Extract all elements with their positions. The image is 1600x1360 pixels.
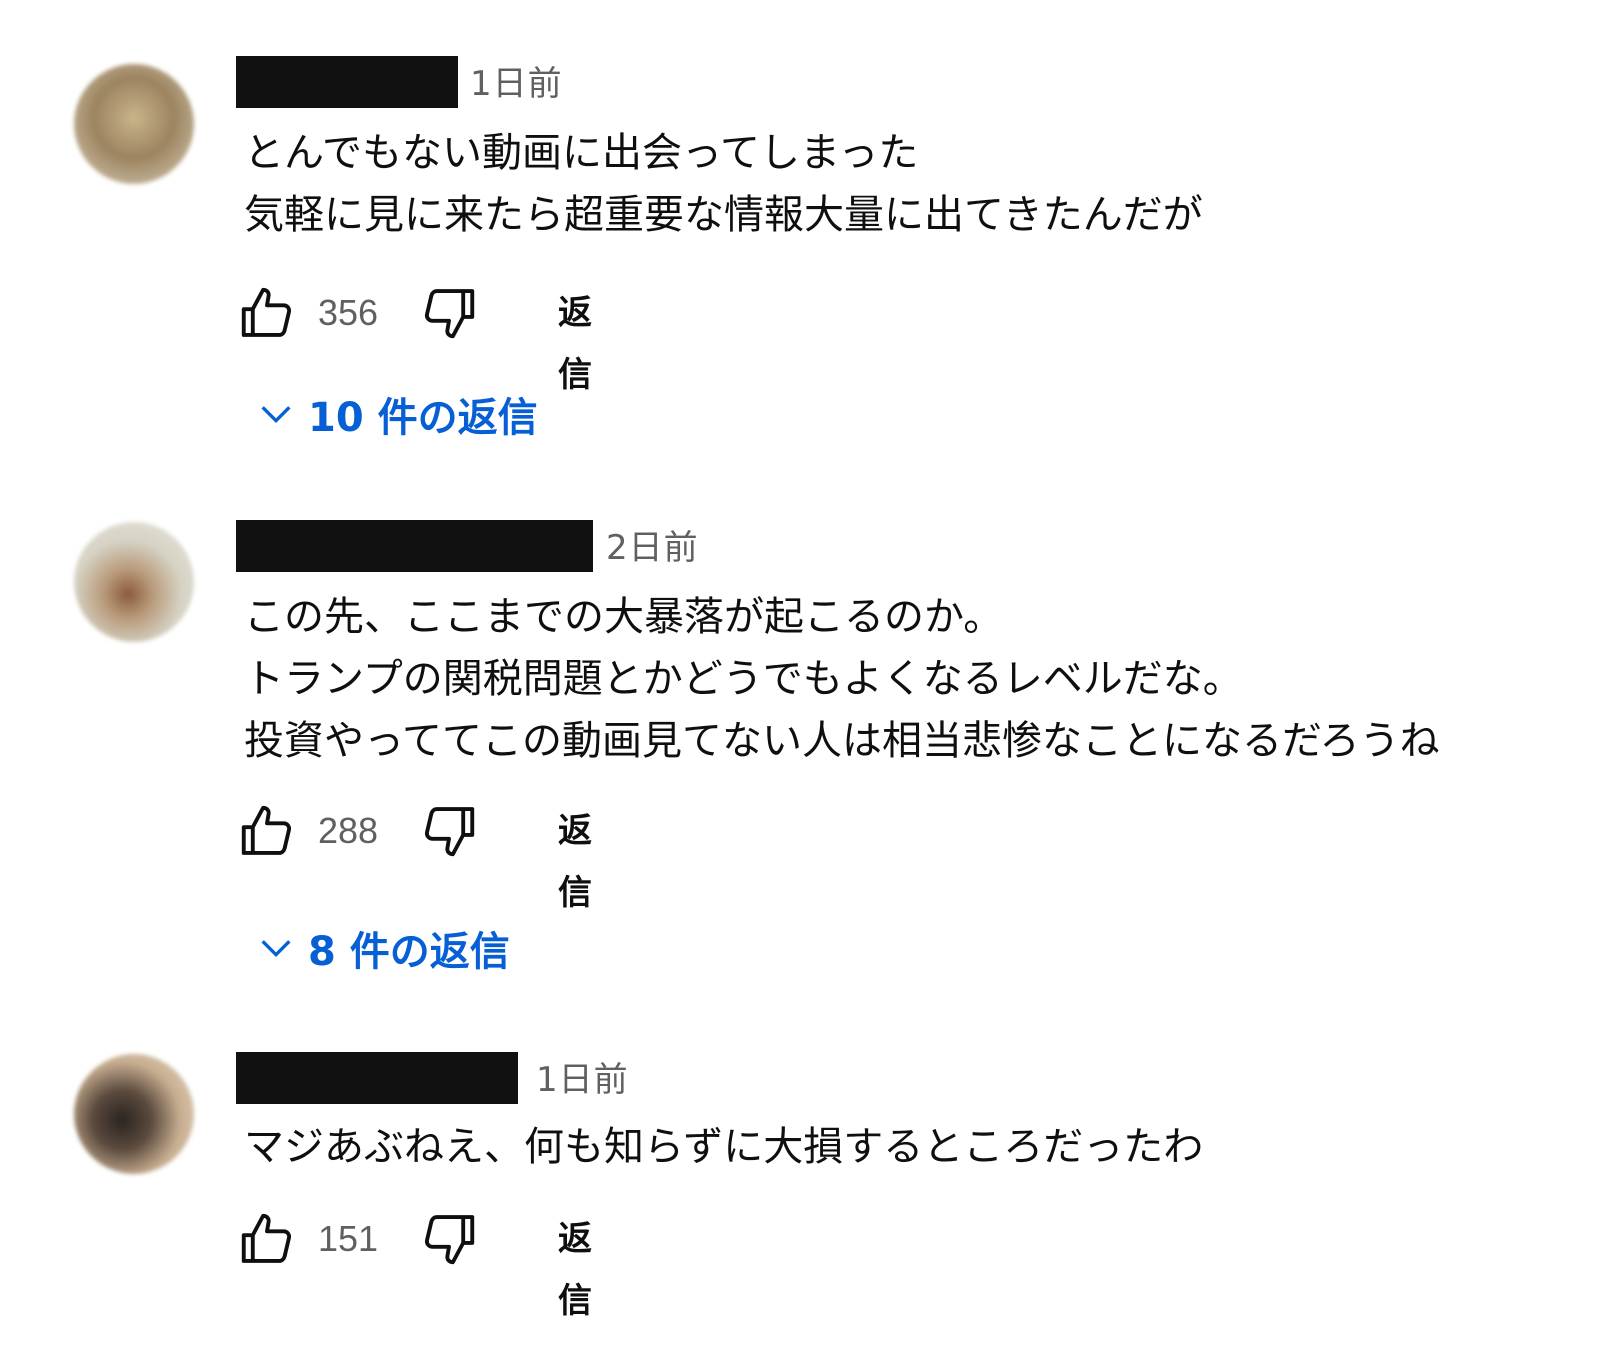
comment-timestamp[interactable]: 2日前 [606, 522, 699, 574]
comment-text: とんでもない動画に出会ってしまった 気軽に見に来たら超重要な情報大量に出てきたん… [244, 122, 1203, 246]
comment-text: マジあぶねえ、何も知らずに大損するところだったわ [244, 1116, 1203, 1178]
comment-text: この先、ここまでの大暴落が起こるのか。 トランプの関税問題とかどうでもよくなるレ… [244, 586, 1440, 772]
author-name-redacted[interactable] [236, 1052, 518, 1104]
thumbs-up-icon [241, 805, 292, 855]
view-replies-label: 10 件の返信 [308, 395, 538, 441]
comment-text-line: マジあぶねえ、何も知らずに大損するところだったわ [244, 1124, 1204, 1170]
view-replies-button[interactable]: 10 件の返信 [256, 386, 538, 442]
comment-text-line: この先、ここまでの大暴落が起こるのか。 [244, 594, 1004, 640]
view-replies-label: 8 件の返信 [308, 929, 510, 975]
author-name-redacted[interactable] [236, 520, 593, 572]
reply-button[interactable]: 返信 [558, 800, 592, 924]
comment-text-line: 投資やっててこの動画見てない人は相当悲惨なことになるだろうね [244, 718, 1440, 764]
thumbs-down-icon [424, 289, 475, 339]
chevron-down-icon [261, 406, 291, 424]
avatar[interactable] [74, 522, 194, 642]
thumbs-up-icon [241, 1213, 292, 1263]
dislike-button[interactable] [418, 800, 480, 862]
dislike-button[interactable] [418, 282, 480, 344]
avatar[interactable] [74, 64, 194, 184]
comment-text-line: トランプの関税問題とかどうでもよくなるレベルだな。 [244, 656, 1243, 702]
like-button[interactable] [236, 800, 298, 862]
comment-timestamp[interactable]: 1日前 [536, 1054, 629, 1106]
comment-timestamp[interactable]: 1日前 [470, 58, 563, 110]
avatar[interactable] [74, 1054, 194, 1174]
like-button[interactable] [236, 1208, 298, 1270]
thumbs-up-icon [241, 287, 292, 337]
like-count: 151 [318, 1218, 379, 1259]
reply-button[interactable]: 返信 [558, 1208, 592, 1332]
reply-button[interactable]: 返信 [558, 282, 592, 406]
comment-text-line: とんでもない動画に出会ってしまった [244, 130, 919, 176]
thumbs-down-icon [424, 1215, 475, 1265]
thumbs-down-icon [424, 807, 475, 857]
like-count: 356 [318, 292, 379, 333]
dislike-button[interactable] [418, 1208, 480, 1270]
like-button[interactable] [236, 282, 298, 344]
chevron-down-icon [261, 940, 291, 958]
author-name-redacted[interactable] [236, 56, 458, 108]
comment-text-line: 気軽に見に来たら超重要な情報大量に出てきたんだが [244, 192, 1203, 238]
view-replies-button[interactable]: 8 件の返信 [256, 920, 510, 976]
like-count: 288 [318, 810, 379, 851]
